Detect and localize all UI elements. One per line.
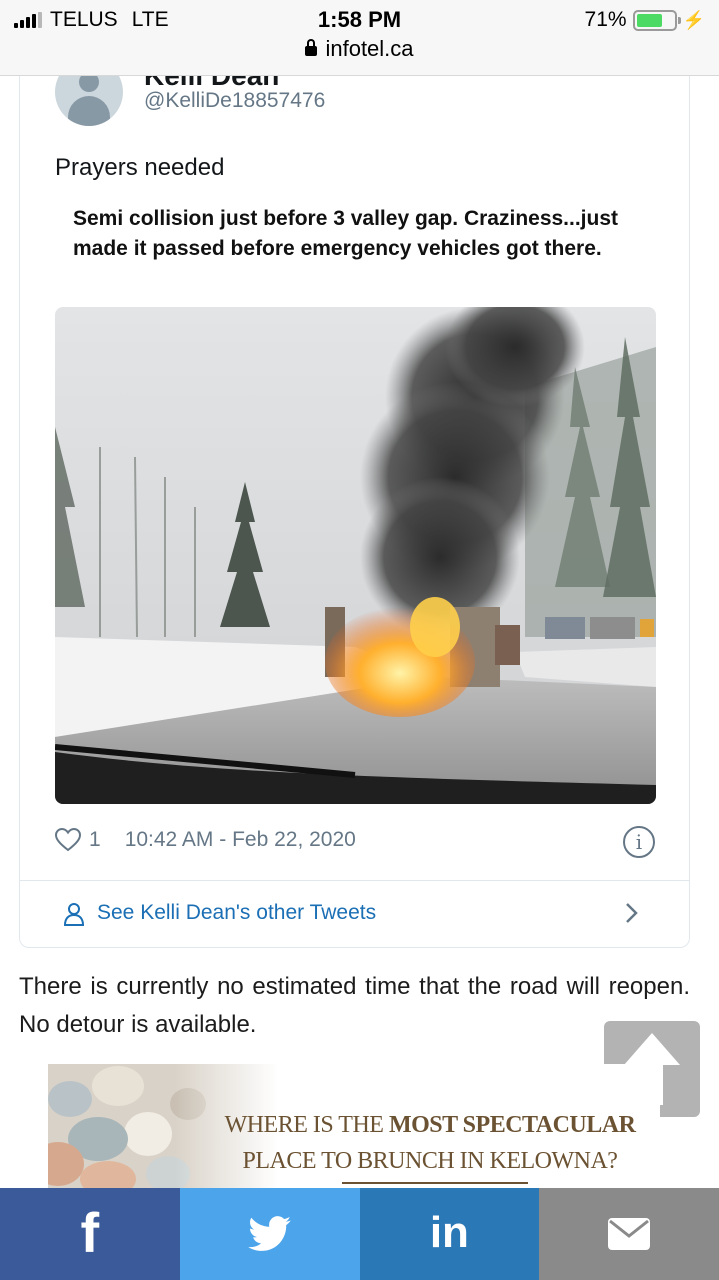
avatar[interactable] [55, 76, 123, 126]
person-icon [64, 903, 84, 926]
linkedin-icon: in [429, 1208, 469, 1257]
see-more-label[interactable]: See Kelli Dean's other Tweets [97, 901, 376, 925]
heart-icon[interactable] [55, 828, 81, 852]
ad-headline-line2: PLACE TO BRUNCH IN KELOWNA? [242, 1148, 618, 1174]
twitter-bird-icon [247, 1216, 291, 1251]
share-linkedin-button[interactable]: in [359, 1188, 540, 1280]
lock-icon [305, 39, 318, 56]
info-icon[interactable]: i [623, 826, 655, 858]
facebook-icon: f [80, 1201, 100, 1264]
battery-icon [632, 9, 681, 31]
url-text: infotel.ca [325, 36, 414, 61]
tweet-meta: 1 10:42 AM - Feb 22, 2020 [55, 824, 356, 856]
tweet-timestamp[interactable]: 10:42 AM - Feb 22, 2020 [125, 828, 356, 852]
charging-icon: ⚡ [682, 9, 705, 30]
ad-headline-emphasis: MOST SPECTACULAR [388, 1112, 636, 1138]
status-bar: TELUS LTE 1:58 PM 71% ⚡ infotel.ca [0, 0, 719, 76]
tweet-photo[interactable] [55, 307, 656, 804]
share-facebook-button[interactable]: f [0, 1188, 180, 1280]
share-bar: f in [0, 1188, 719, 1280]
tweet-handle[interactable]: @KelliDe18857476 [144, 89, 325, 113]
battery-percent: 71% [584, 8, 627, 31]
share-email-button[interactable] [539, 1188, 719, 1280]
ad-headline-line1: WHERE IS THE MOST SPECTACULAR [210, 1112, 650, 1139]
ad-divider [342, 1182, 528, 1184]
chevron-right-icon[interactable] [625, 902, 639, 924]
see-more-tweets-link[interactable]: See Kelli Dean's other Tweets [20, 881, 689, 947]
ad-banner[interactable]: WHERE IS THE MOST SPECTACULAR PLACE TO B… [48, 1064, 660, 1188]
status-right: 71% ⚡ [585, 8, 705, 32]
envelope-icon [608, 1218, 651, 1250]
address-bar[interactable]: infotel.ca [0, 36, 719, 62]
share-twitter-button[interactable] [179, 1188, 360, 1280]
tweet-image-caption: Semi collision just before 3 valley gap.… [73, 207, 619, 260]
embedded-tweet[interactable]: Kelli Dean @KelliDe18857476 Prayers need… [19, 76, 690, 948]
tweet-text: Prayers needed [55, 154, 225, 181]
like-count[interactable]: 1 [89, 828, 101, 852]
article-paragraph: There is currently no estimated time tha… [19, 973, 690, 1038]
ad-headline-part: WHERE IS THE [224, 1112, 389, 1138]
